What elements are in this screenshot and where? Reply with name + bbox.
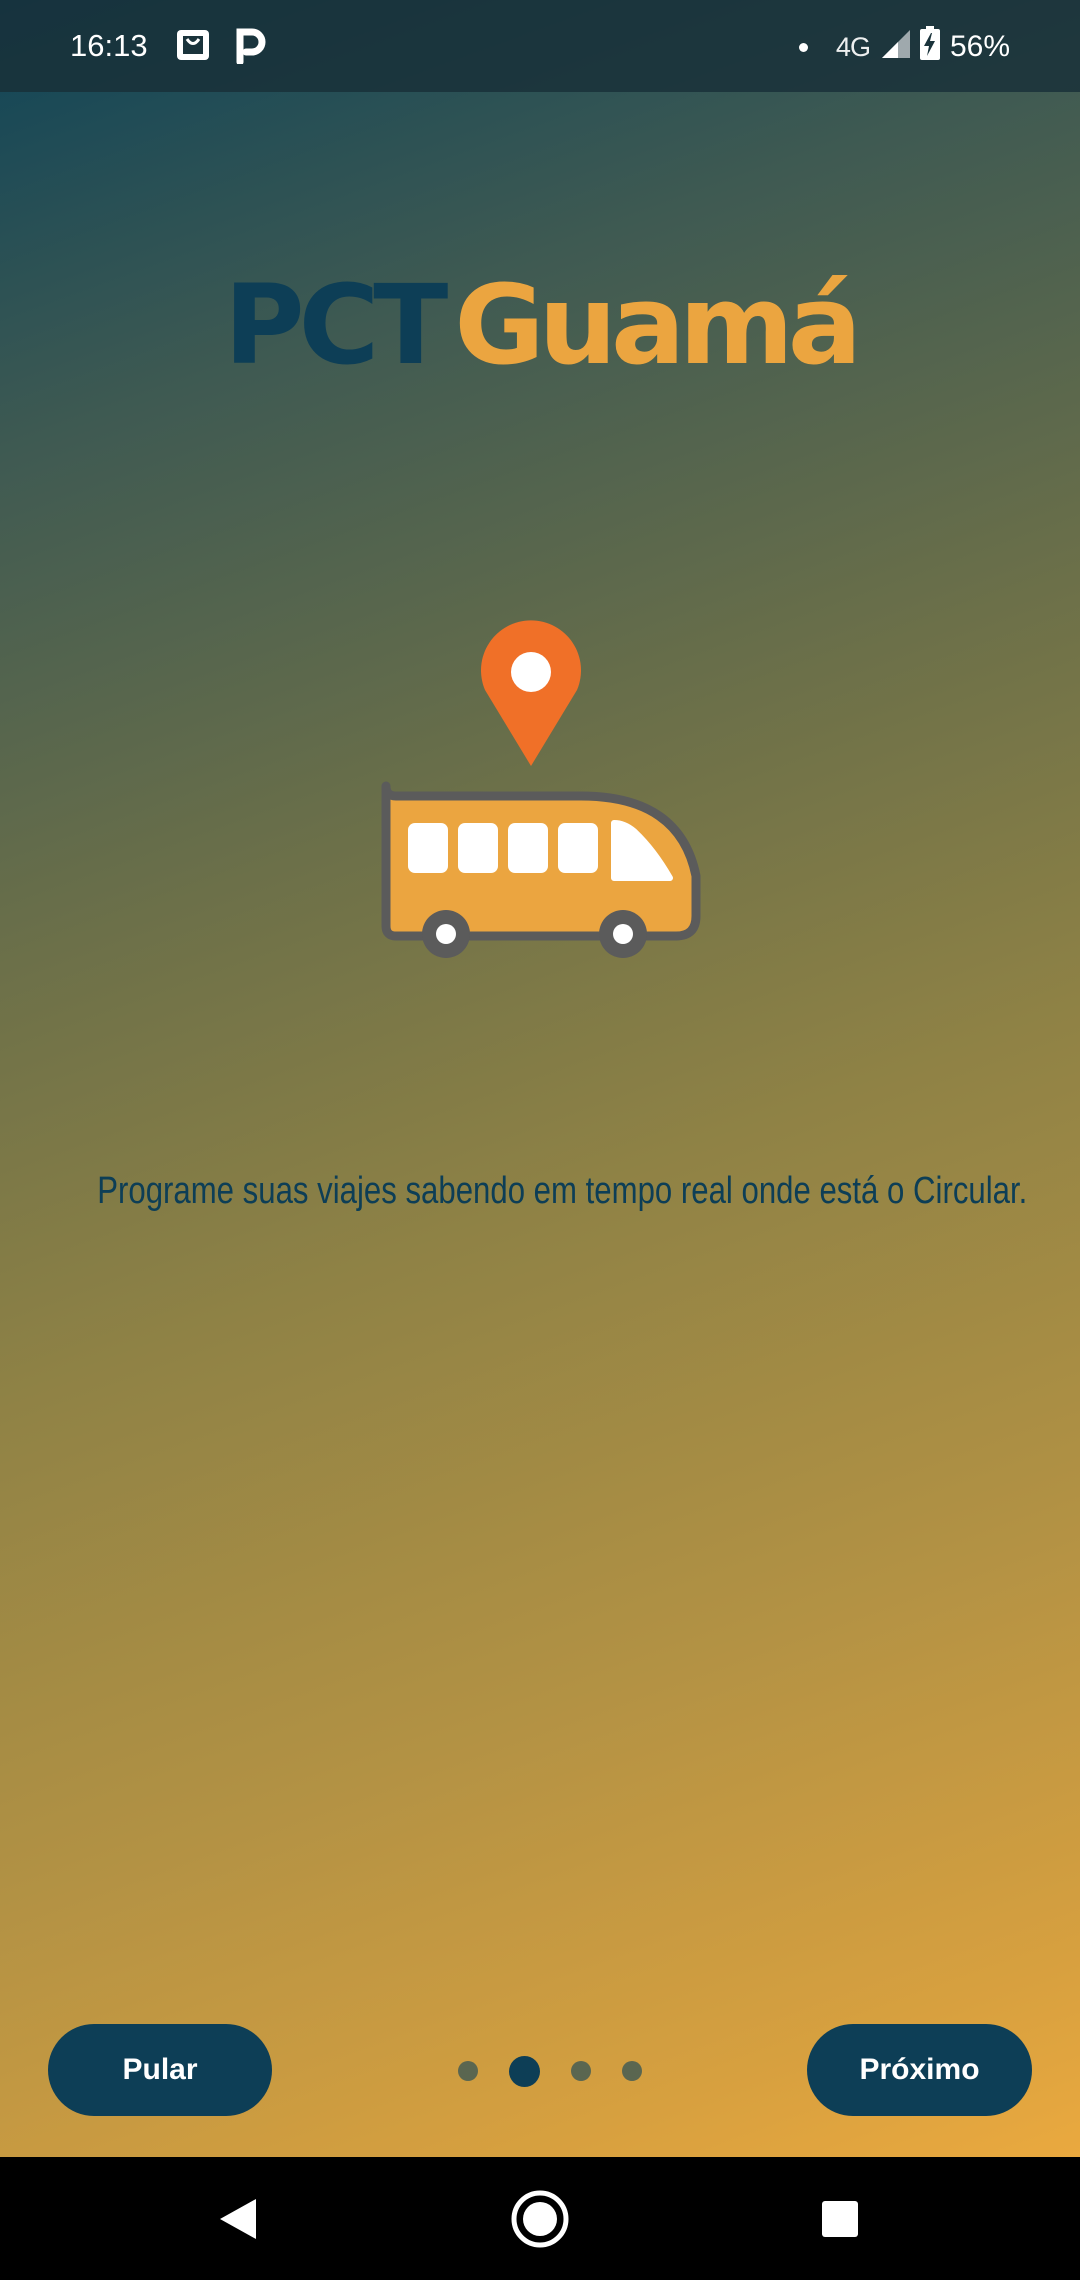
onboarding-screen: 16:13 4G 56% PCT Guamá Programe suas via… <box>0 0 1080 2157</box>
status-bar: 16:13 4G 56% <box>0 0 1080 92</box>
home-icon[interactable] <box>502 2181 578 2257</box>
page-indicator <box>458 2055 642 2087</box>
battery-charging-icon <box>919 26 940 68</box>
bus-icon <box>381 781 701 958</box>
logo-guama: Guamá <box>454 261 862 389</box>
page-dot-1[interactable] <box>458 2061 478 2081</box>
onboarding-description: Programe suas viajes sabendo em tempo re… <box>97 1170 1028 1212</box>
skip-button[interactable]: Pular <box>48 2024 272 2116</box>
app-logo: PCT Guamá <box>0 270 1080 380</box>
page-dot-3[interactable] <box>571 2061 591 2081</box>
next-button[interactable]: Próximo <box>807 2024 1032 2116</box>
shopping-bag-icon <box>174 26 212 69</box>
back-icon[interactable] <box>200 2181 276 2257</box>
notification-dot-icon <box>798 42 808 52</box>
system-navigation-bar <box>0 2157 1080 2280</box>
status-time: 16:13 <box>70 28 148 63</box>
logo-pct: PCT <box>223 261 448 389</box>
parking-app-icon <box>234 26 268 69</box>
recents-icon[interactable] <box>802 2181 878 2257</box>
system-status-icons: 4G 56% <box>798 26 1010 68</box>
notification-icons <box>174 26 268 69</box>
page-dot-4[interactable] <box>622 2061 642 2081</box>
signal-icon <box>880 28 910 66</box>
map-pin-icon <box>481 620 581 766</box>
page-dot-2-active[interactable] <box>509 2055 540 2087</box>
bus-location-illustration <box>360 610 720 970</box>
network-type: 4G <box>835 31 871 62</box>
battery-percent: 56% <box>949 30 1010 63</box>
